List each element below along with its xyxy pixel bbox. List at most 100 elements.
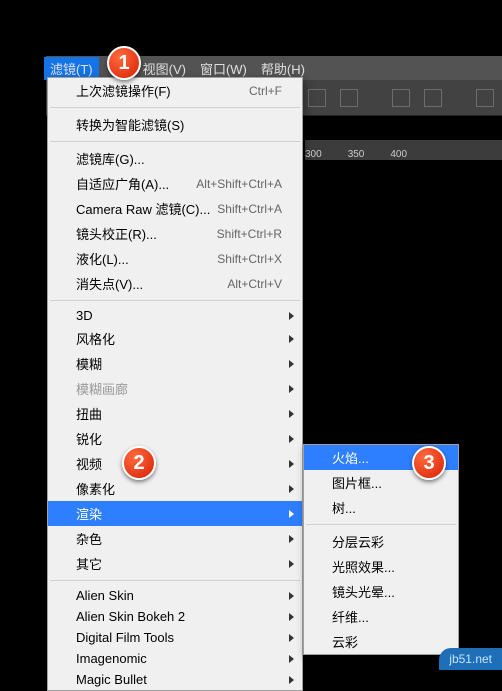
menu-item-label: 镜头光晕... <box>332 582 395 601</box>
filter-menu-item[interactable]: 锐化 <box>48 426 302 451</box>
filter-menu-item[interactable]: Imagenomic <box>48 648 302 669</box>
filter-menu-item[interactable]: 风格化 <box>48 326 302 351</box>
menu-item-label: 扭曲 <box>76 404 102 423</box>
ruler-mark: 300 <box>305 149 322 160</box>
menu-item-label: 上次滤镜操作(F) <box>76 81 171 100</box>
submenu-arrow-icon <box>289 485 294 493</box>
filter-menu-item[interactable]: 自适应广角(A)... Alt+Shift+Ctrl+A <box>48 171 302 196</box>
render-submenu-item[interactable]: 分层云彩 <box>304 529 458 554</box>
menu-item-label: 镜头校正(R)... <box>76 224 157 243</box>
filter-menu: 上次滤镜操作(F) Ctrl+F 转换为智能滤镜(S) 滤镜库(G)... 自适应广角(… <box>47 77 303 691</box>
filter-menu-item[interactable]: 视频 <box>48 451 302 476</box>
menu-item-label: 锐化 <box>76 429 102 448</box>
filter-menu-item: 模糊画廊 <box>48 376 302 401</box>
menu-item-label: 液化(L)... <box>76 249 129 268</box>
filter-menu-item[interactable]: 其它 <box>48 551 302 576</box>
menu-item-label: 云彩 <box>332 632 358 651</box>
menu-item-label: 视频 <box>76 454 102 473</box>
render-submenu-item[interactable]: 镜头光晕... <box>304 579 458 604</box>
filter-menu-item[interactable]: Magic Bullet <box>48 669 302 690</box>
filter-menu-item[interactable]: 杂色 <box>48 526 302 551</box>
menu-item-label: 火焰... <box>332 448 369 467</box>
toolbar-icon[interactable] <box>308 89 326 107</box>
filter-menu-item[interactable]: Alien Skin Bokeh 2 <box>48 606 302 627</box>
menu-separator <box>50 107 300 108</box>
menu-item-label: 像素化 <box>76 479 115 498</box>
menu-item-label: 自适应广角(A)... <box>76 174 169 193</box>
submenu-arrow-icon <box>289 655 294 663</box>
submenu-arrow-icon <box>289 560 294 568</box>
menu-item-label: Digital Film Tools <box>76 630 174 645</box>
menu-item-label: 渲染 <box>76 504 102 523</box>
menu-item-label: 分层云彩 <box>332 532 384 551</box>
step-badge-2: 2 <box>122 446 156 480</box>
menu-separator <box>50 141 300 142</box>
menu-item-label: 图片框... <box>332 473 382 492</box>
filter-menu-item[interactable]: Digital Film Tools <box>48 627 302 648</box>
submenu-arrow-icon <box>289 410 294 418</box>
submenu-arrow-icon <box>289 634 294 642</box>
watermark: jb51.net <box>439 648 502 670</box>
filter-menu-item[interactable]: 滤镜库(G)... <box>48 146 302 171</box>
menu-item-label: Magic Bullet <box>76 672 147 687</box>
toolbar-icon[interactable] <box>424 89 442 107</box>
menu-help[interactable]: 帮助(H) <box>261 59 305 78</box>
filter-menu-item[interactable]: 扭曲 <box>48 401 302 426</box>
submenu-arrow-icon <box>289 312 294 320</box>
submenu-arrow-icon <box>289 676 294 684</box>
filter-menu-item[interactable]: 上次滤镜操作(F) Ctrl+F <box>48 78 302 103</box>
toolbar-icon[interactable] <box>392 89 410 107</box>
menu-item-label: Imagenomic <box>76 651 147 666</box>
menu-item-label: 模糊画廊 <box>76 379 128 398</box>
filter-menu-item[interactable]: 模糊 <box>48 351 302 376</box>
filter-menu-item[interactable]: Camera Raw 滤镜(C)...Shift+Ctrl+A <box>48 196 302 221</box>
menu-separator <box>50 580 300 581</box>
menu-item-label: 杂色 <box>76 529 102 548</box>
submenu-arrow-icon <box>289 460 294 468</box>
menu-window[interactable]: 窗口(W) <box>200 59 247 78</box>
menu-item-label: 滤镜库(G)... <box>76 149 145 168</box>
toolbar-icon[interactable] <box>476 89 494 107</box>
ruler: 300 350 400 <box>305 140 502 160</box>
submenu-arrow-icon <box>289 592 294 600</box>
step-badge-3: 3 <box>412 446 446 480</box>
ruler-mark: 400 <box>390 149 407 160</box>
menu-shortcut: Alt+Shift+Ctrl+A <box>196 177 282 191</box>
menu-item-label: 树... <box>332 498 356 517</box>
filter-menu-item[interactable]: 镜头校正(R)... Shift+Ctrl+R <box>48 221 302 246</box>
submenu-arrow-icon <box>289 535 294 543</box>
menu-view[interactable]: 视图(V) <box>143 59 186 78</box>
menu-item-label: 转换为智能滤镜(S) <box>76 115 184 134</box>
menu-separator <box>50 300 300 301</box>
submenu-arrow-icon <box>289 613 294 621</box>
submenu-arrow-icon <box>289 360 294 368</box>
filter-menu-item[interactable]: 转换为智能滤镜(S) <box>48 112 302 137</box>
render-submenu-item[interactable]: 纤维... <box>304 604 458 629</box>
filter-menu-item[interactable]: 渲染 <box>48 501 302 526</box>
filter-menu-item[interactable]: Alien Skin <box>48 585 302 606</box>
submenu-arrow-icon <box>289 435 294 443</box>
menu-item-label: 纤维... <box>332 607 369 626</box>
menu-item-label: Alien Skin Bokeh 2 <box>76 609 185 624</box>
filter-menu-item[interactable]: 消失点(V)... Alt+Ctrl+V <box>48 271 302 296</box>
filter-menu-item[interactable]: 像素化 <box>48 476 302 501</box>
ruler-mark: 350 <box>348 149 365 160</box>
menu-item-label: 风格化 <box>76 329 115 348</box>
menu-item-label: 其它 <box>76 554 102 573</box>
menu-item-label: 光照效果... <box>332 557 395 576</box>
menu-shortcut: Shift+Ctrl+R <box>217 227 282 241</box>
menu-shortcut: Alt+Ctrl+V <box>227 277 282 291</box>
render-submenu-item[interactable]: 云彩 <box>304 629 458 654</box>
menu-item-label: 3D <box>76 308 93 323</box>
filter-menu-item[interactable]: 3D <box>48 305 302 326</box>
submenu-arrow-icon <box>289 510 294 518</box>
menu-item-label: Alien Skin <box>76 588 134 603</box>
filter-menu-item[interactable]: 液化(L)...Shift+Ctrl+X <box>48 246 302 271</box>
menu-shortcut: Ctrl+F <box>249 84 282 98</box>
render-submenu-item[interactable]: 树... <box>304 495 458 520</box>
toolbar-icon[interactable] <box>340 89 358 107</box>
submenu-arrow-icon <box>289 385 294 393</box>
menu-item-label: 消失点(V)... <box>76 274 143 293</box>
menu-item-label: Camera Raw 滤镜(C)... <box>76 199 210 218</box>
render-submenu-item[interactable]: 光照效果... <box>304 554 458 579</box>
